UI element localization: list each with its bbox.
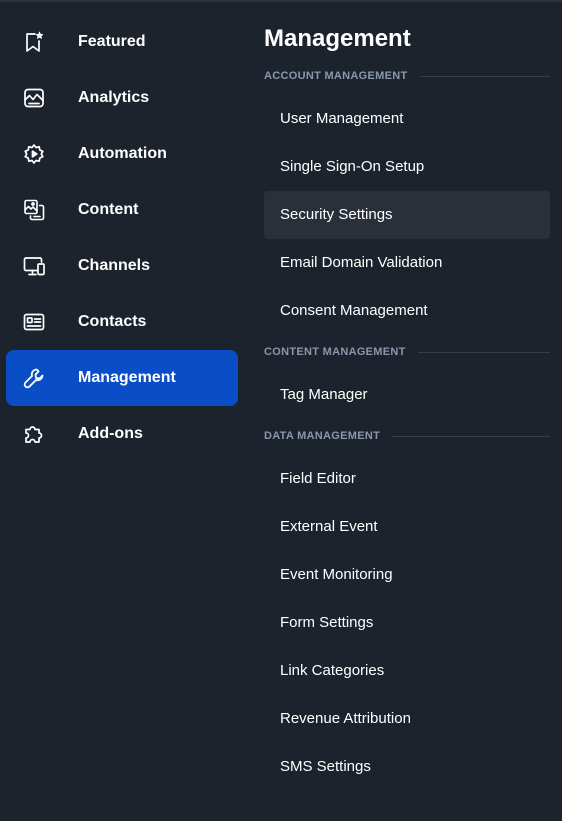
menu-item-external-event[interactable]: External Event (264, 503, 550, 551)
main-nav: Featured Analytics Automation Content Ch… (0, 0, 246, 821)
nav-label-add-ons: Add-ons (78, 425, 143, 442)
menu-item-user-management[interactable]: User Management (264, 95, 550, 143)
line-chart-icon (22, 86, 46, 110)
menu-item-single-sign-on-setup[interactable]: Single Sign-On Setup (264, 143, 550, 191)
menu-item-label: Event Monitoring (280, 566, 393, 583)
menu-item-tag-manager[interactable]: Tag Manager (264, 371, 550, 419)
section-label: DATA MANAGEMENT (264, 430, 381, 442)
menu-item-label: Field Editor (280, 470, 356, 487)
menu-item-label: Revenue Attribution (280, 710, 411, 727)
menu-item-label: External Event (280, 518, 378, 535)
section-label: CONTENT MANAGEMENT (264, 346, 406, 358)
nav-item-add-ons[interactable]: Add-ons (6, 406, 238, 462)
menu-item-email-domain-validation[interactable]: Email Domain Validation (264, 239, 550, 287)
nav-label-analytics: Analytics (78, 89, 150, 106)
devices-icon (22, 254, 46, 278)
nav-item-channels[interactable]: Channels (6, 238, 238, 294)
section-divider (417, 351, 550, 353)
menu-item-label: Consent Management (280, 302, 428, 319)
section-header-data-management: DATA MANAGEMENT (264, 428, 550, 444)
menu-item-label: Security Settings (280, 206, 393, 223)
menu-item-label: Tag Manager (280, 386, 368, 403)
menu-item-link-categories[interactable]: Link Categories (264, 647, 550, 695)
content-images-icon (22, 198, 46, 222)
nav-item-analytics[interactable]: Analytics (6, 70, 238, 126)
section-header-account-management: ACCOUNT MANAGEMENT (264, 68, 550, 84)
nav-item-automation[interactable]: Automation (6, 126, 238, 182)
automation-gear-icon (22, 142, 46, 166)
menu-item-revenue-attribution[interactable]: Revenue Attribution (264, 695, 550, 743)
nav-label-featured: Featured (78, 33, 146, 50)
nav-item-management[interactable]: Management (6, 350, 238, 406)
wrench-icon (22, 366, 46, 390)
menu-item-label: User Management (280, 110, 404, 127)
menu-item-label: Link Categories (280, 662, 385, 679)
nav-label-channels: Channels (78, 257, 151, 274)
section-divider (419, 75, 550, 77)
nav-label-management: Management (78, 369, 176, 386)
nav-label-automation: Automation (78, 145, 167, 162)
nav-label-contacts: Contacts (78, 313, 147, 330)
menu-item-label: Email Domain Validation (280, 254, 443, 271)
menu-item-form-settings[interactable]: Form Settings (264, 599, 550, 647)
menu-item-event-monitoring[interactable]: Event Monitoring (264, 551, 550, 599)
contact-card-icon (22, 310, 46, 334)
menu-item-consent-management[interactable]: Consent Management (264, 287, 550, 335)
puzzle-piece-icon (22, 422, 46, 446)
menu-item-label: SMS Settings (280, 758, 371, 775)
app-window: Featured Analytics Automation Content Ch… (0, 0, 562, 821)
nav-item-contacts[interactable]: Contacts (6, 294, 238, 350)
nav-label-content: Content (78, 201, 139, 218)
panel-title: Management (264, 25, 411, 52)
nav-item-content[interactable]: Content (6, 182, 238, 238)
nav-item-featured[interactable]: Featured (6, 14, 238, 70)
menu-item-field-editor[interactable]: Field Editor (264, 455, 550, 503)
section-label: ACCOUNT MANAGEMENT (264, 70, 408, 82)
section-divider (392, 435, 550, 437)
menu-item-sms-settings[interactable]: SMS Settings (264, 743, 550, 791)
menu-item-label: Single Sign-On Setup (280, 158, 425, 175)
menu-item-security-settings[interactable]: Security Settings (264, 191, 550, 239)
section-header-content-management: CONTENT MANAGEMENT (264, 344, 550, 360)
bookmark-star-icon (22, 30, 46, 54)
menu-item-label: Form Settings (280, 614, 374, 631)
